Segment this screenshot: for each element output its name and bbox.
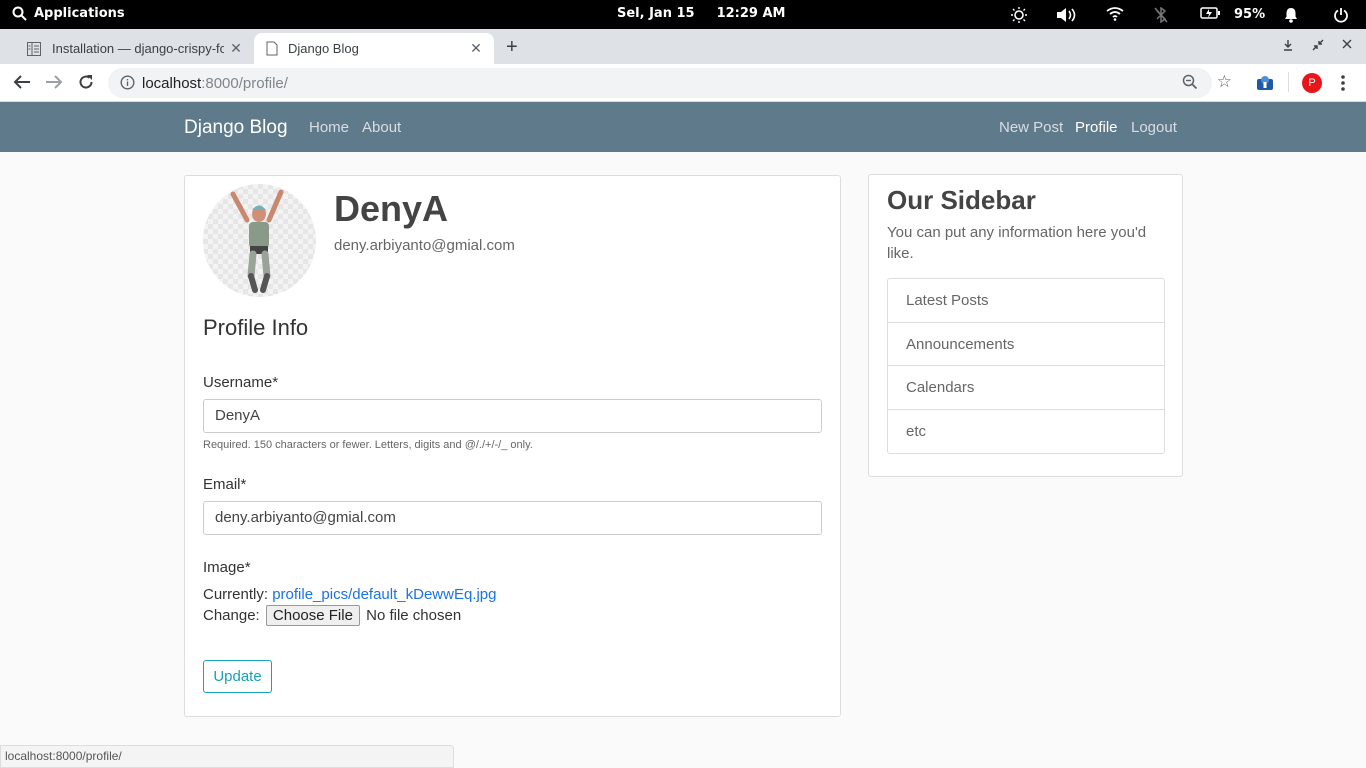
- battery-percentage: 95%: [1234, 7, 1266, 22]
- sidebar-title: Our Sidebar: [887, 185, 1036, 215]
- choose-file-button[interactable]: Choose File: [265, 605, 360, 626]
- site-navbar: Django Blog Home About New Post Profile …: [0, 102, 1366, 152]
- sidebar-item-etc[interactable]: etc: [888, 410, 1164, 454]
- site-info-icon[interactable]: [120, 75, 135, 90]
- brand-link[interactable]: Django Blog: [184, 117, 288, 139]
- profile-card: DenyA deny.arbiyanto@gmial.com Profile I…: [184, 175, 841, 717]
- change-image-row: Change: Choose File No file chosen: [203, 605, 461, 626]
- browser-tab-strip: Installation — django-crispy-forms ✕ Dja…: [0, 29, 1366, 64]
- sidebar-list: Latest Posts Announcements Calendars etc: [887, 278, 1165, 454]
- sidebar-item-announcements[interactable]: Announcements: [888, 323, 1164, 366]
- forward-arrow-icon[interactable]: [45, 74, 63, 90]
- reload-icon[interactable]: [78, 74, 94, 90]
- bluetooth-off-icon[interactable]: [1154, 7, 1168, 23]
- nav-new-post[interactable]: New Post: [999, 119, 1063, 136]
- url-text[interactable]: localhost:8000/profile/: [142, 75, 288, 92]
- download-icon[interactable]: [1283, 39, 1293, 51]
- username-help-text: Required. 150 characters or fewer. Lette…: [203, 439, 533, 451]
- profile-avatar[interactable]: P: [1302, 73, 1322, 93]
- form-legend: Profile Info: [203, 315, 309, 340]
- tab-title: Django Blog: [288, 41, 359, 56]
- profile-username: DenyA: [334, 188, 449, 229]
- page-icon: [266, 41, 278, 56]
- kebab-menu-icon[interactable]: [1341, 75, 1345, 91]
- document-page-icon: [27, 41, 41, 56]
- character-figure-image: [230, 189, 284, 293]
- close-tab-icon[interactable]: ✕: [224, 40, 248, 57]
- date-text: Sel, Jan 15: [617, 6, 695, 21]
- change-label: Change:: [203, 607, 260, 624]
- search-icon: [12, 6, 27, 21]
- profile-avatar-image: [203, 184, 316, 297]
- update-button[interactable]: Update: [203, 660, 272, 693]
- applications-label: Applications: [34, 6, 125, 21]
- no-file-chosen-text: No file chosen: [366, 607, 462, 624]
- back-arrow-icon[interactable]: [13, 74, 31, 90]
- nav-about[interactable]: About: [362, 119, 401, 136]
- current-image-link[interactable]: profile_pics/default_kDewwEq.jpg: [272, 586, 496, 603]
- restore-window-icon[interactable]: [1312, 39, 1324, 51]
- address-bar[interactable]: localhost:8000/profile/ ☆: [108, 68, 1232, 98]
- username-label: Username*: [203, 374, 279, 391]
- url-path: :8000/profile/: [201, 75, 288, 92]
- power-icon[interactable]: [1333, 7, 1349, 23]
- os-top-bar: Applications Sel, Jan 15 12:29 AM 95%: [0, 0, 1366, 29]
- sidebar-description: You can put any information here you'd l…: [887, 224, 1147, 262]
- currently-label: Currently:: [203, 586, 269, 603]
- nav-logout[interactable]: Logout: [1131, 119, 1177, 136]
- battery-icon[interactable]: [1200, 7, 1220, 19]
- zoom-icon[interactable]: [1182, 74, 1198, 90]
- wifi-icon[interactable]: [1106, 7, 1124, 21]
- browser-toolbar: localhost:8000/profile/ ☆ P: [0, 64, 1366, 102]
- email-label: Email*: [203, 476, 247, 493]
- notification-bell-icon[interactable]: [1284, 7, 1298, 23]
- sidebar-item-calendars[interactable]: Calendars: [888, 366, 1164, 410]
- sidebar-card: Our Sidebar You can put any information …: [868, 174, 1183, 477]
- clock[interactable]: Sel, Jan 15 12:29 AM: [617, 6, 786, 21]
- nav-profile[interactable]: Profile: [1075, 119, 1118, 136]
- email-input[interactable]: deny.arbiyanto@gmial.com: [203, 501, 822, 535]
- brightness-icon[interactable]: [1010, 7, 1028, 23]
- close-window-icon[interactable]: [1342, 39, 1352, 49]
- sidebar-item-latest-posts[interactable]: Latest Posts: [888, 279, 1164, 323]
- time-text: 12:29 AM: [716, 6, 786, 21]
- tab-installation[interactable]: Installation — django-crispy-forms ✕: [14, 33, 254, 64]
- toolbar-separator: [1288, 72, 1289, 92]
- applications-menu[interactable]: Applications: [12, 6, 125, 21]
- image-label: Image*: [203, 559, 251, 576]
- volume-icon[interactable]: [1056, 7, 1076, 23]
- nav-home[interactable]: Home: [309, 119, 349, 136]
- status-bar-url: localhost:8000/profile/: [0, 745, 454, 768]
- current-image-row: Currently: profile_pics/default_kDewwEq.…: [203, 586, 497, 603]
- username-input[interactable]: DenyA: [203, 399, 822, 433]
- tab-django-blog[interactable]: Django Blog ✕: [254, 33, 494, 64]
- profile-email: deny.arbiyanto@gmial.com: [334, 237, 515, 254]
- extension-icon[interactable]: [1256, 75, 1274, 91]
- new-tab-button[interactable]: +: [506, 36, 518, 59]
- bookmark-star-icon[interactable]: ☆: [1217, 72, 1232, 92]
- close-tab-icon[interactable]: ✕: [464, 40, 488, 57]
- tab-title: Installation — django-crispy-forms: [52, 41, 224, 56]
- url-host: localhost: [142, 75, 202, 92]
